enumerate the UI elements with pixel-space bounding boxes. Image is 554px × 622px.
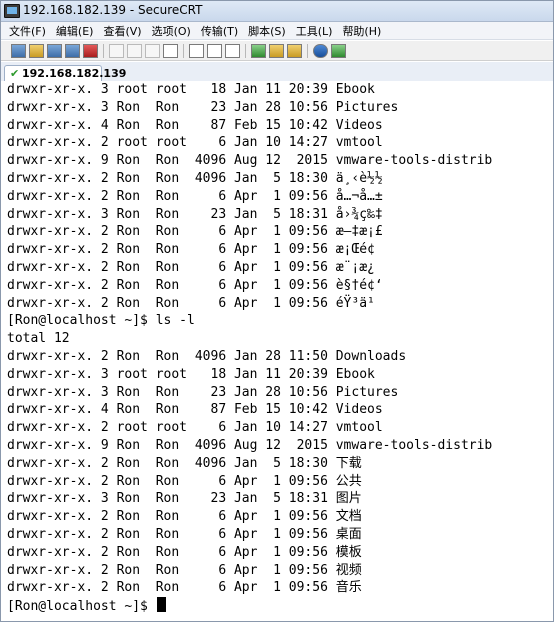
toolbar-separator [245,43,246,58]
terminal-line: drwxr-xr-x. 2 Ron Ron 6 Apr 1 09:56 公共 [7,473,362,489]
terminal-line: drwxr-xr-x. 4 Ron Ron 87 Feb 15 10:42 Vi… [7,117,383,133]
toolbar-separator [103,43,104,58]
securecrt-app-icon [4,4,20,18]
window-title: 192.168.182.139 - SecureCRT [23,3,203,17]
terminal-cursor [156,597,166,613]
menu-transfer[interactable]: 传输(T) [201,23,238,39]
terminal-line: drwxr-xr-x. 2 Ron Ron 4096 Jan 5 18:30 下… [7,455,362,471]
session-tab[interactable]: ✔ 192.168.182.139 [4,65,126,81]
key-icon[interactable] [287,43,302,58]
keymap-icon[interactable] [331,43,346,58]
terminal-line: drwxr-xr-x. 3 Ron Ron 23 Jan 28 10:56 Pi… [7,384,399,400]
connect-in-tab-icon[interactable] [47,43,62,58]
terminal-line: drwxr-xr-x. 3 Ron Ron 23 Jan 5 18:31 å›¾… [7,206,383,222]
print-icon[interactable] [189,43,204,58]
terminal-output: drwxr-xr-x. 3 root root 18 Jan 11 20:39 … [7,81,492,615]
terminal-line: total 12 [7,331,70,347]
toolbar [1,41,553,61]
reconnect-icon[interactable] [65,43,80,58]
printer-setup-icon[interactable] [225,43,240,58]
connect-icon[interactable] [11,43,26,58]
terminal-line: drwxr-xr-x. 2 Ron Ron 6 Apr 1 09:56 音乐 [7,580,362,596]
quick-connect-icon[interactable] [29,43,44,58]
terminal-line: drwxr-xr-x. 2 Ron Ron 6 Apr 1 09:56 å…¬å… [7,188,383,204]
terminal-line: drwxr-xr-x. 2 Ron Ron 6 Apr 1 09:56 æ¨¡æ… [7,259,375,275]
menu-help[interactable]: 帮助(H) [342,23,381,39]
terminal-line: drwxr-xr-x. 3 Ron Ron 23 Jan 5 18:31 图片 [7,491,362,507]
terminal-line: drwxr-xr-x. 2 Ron Ron 6 Apr 1 09:56 文档 [7,509,362,525]
print-selection-icon[interactable] [207,43,222,58]
terminal-line: drwxr-xr-x. 2 Ron Ron 6 Apr 1 09:56 éŸ³ä… [7,295,375,311]
terminal-line: drwxr-xr-x. 3 root root 18 Jan 11 20:39 … [7,82,375,97]
terminal-line: drwxr-xr-x. 3 root root 18 Jan 11 20:39 … [7,366,375,382]
terminal-line: drwxr-xr-x. 2 Ron Ron 6 Apr 1 09:56 桌面 [7,526,362,542]
terminal-line: drwxr-xr-x. 2 Ron Ron 4096 Jan 5 18:30 ä… [7,170,383,186]
terminal-line: drwxr-xr-x. 2 Ron Ron 6 Apr 1 09:56 è§†é… [7,277,383,293]
menu-bar: 文件(F) 编辑(E) 查看(V) 选项(O) 传输(T) 脚本(S) 工具(L… [1,22,553,40]
title-bar: 192.168.182.139 - SecureCRT [1,1,553,22]
terminal-line: drwxr-xr-x. 3 Ron Ron 23 Jan 28 10:56 Pi… [7,99,399,115]
session-options-icon[interactable] [251,43,266,58]
menu-view[interactable]: 查看(V) [103,23,141,39]
session-tab-strip: ✔ 192.168.182.139 [1,62,553,82]
menu-edit[interactable]: 编辑(E) [56,23,94,39]
terminal-prompt: [Ron@localhost ~]$ [7,599,156,615]
paste-icon[interactable] [127,43,142,58]
menu-script[interactable]: 脚本(S) [248,23,286,39]
securecrt-window: 192.168.182.139 - SecureCRT 文件(F) 编辑(E) … [0,0,554,622]
terminal-line: drwxr-xr-x. 9 Ron Ron 4096 Aug 12 2015 v… [7,437,493,453]
find-icon[interactable] [163,43,178,58]
menu-options[interactable]: 选项(O) [152,23,191,39]
toolbar-separator [183,43,184,58]
terminal-line: drwxr-xr-x. 2 Ron Ron 6 Apr 1 09:56 视频 [7,562,362,578]
terminal-line: drwxr-xr-x. 2 Ron Ron 6 Apr 1 09:56 æ–‡æ… [7,224,383,240]
terminal-prompt-line[interactable]: [Ron@localhost ~]$ [7,597,492,615]
copy-icon[interactable] [109,43,124,58]
check-icon: ✔ [10,67,20,80]
terminal-line: drwxr-xr-x. 2 Ron Ron 6 Apr 1 09:56 模板 [7,544,362,560]
help-icon[interactable] [313,43,328,58]
terminal-line: [Ron@localhost ~]$ ls -l [7,313,195,329]
copy-paste-icon[interactable] [145,43,160,58]
terminal-line: drwxr-xr-x. 2 Ron Ron 4096 Jan 28 11:50 … [7,348,407,364]
menu-tools[interactable]: 工具(L) [296,23,333,39]
global-options-icon[interactable] [269,43,284,58]
terminal-line: drwxr-xr-x. 2 Ron Ron 6 Apr 1 09:56 æ¡Œé… [7,242,375,258]
menu-file[interactable]: 文件(F) [9,23,46,39]
toolbar-separator [307,43,308,58]
terminal-line: drwxr-xr-x. 4 Ron Ron 87 Feb 15 10:42 Vi… [7,402,383,418]
disconnect-icon[interactable] [83,43,98,58]
terminal-area[interactable]: drwxr-xr-x. 3 root root 18 Jan 11 20:39 … [1,81,553,621]
terminal-line: drwxr-xr-x. 9 Ron Ron 4096 Aug 12 2015 v… [7,153,493,169]
session-tab-label: 192.168.182.139 [22,67,127,80]
terminal-line: drwxr-xr-x. 2 root root 6 Jan 10 14:27 v… [7,420,383,436]
terminal-line: drwxr-xr-x. 2 root root 6 Jan 10 14:27 v… [7,135,383,151]
